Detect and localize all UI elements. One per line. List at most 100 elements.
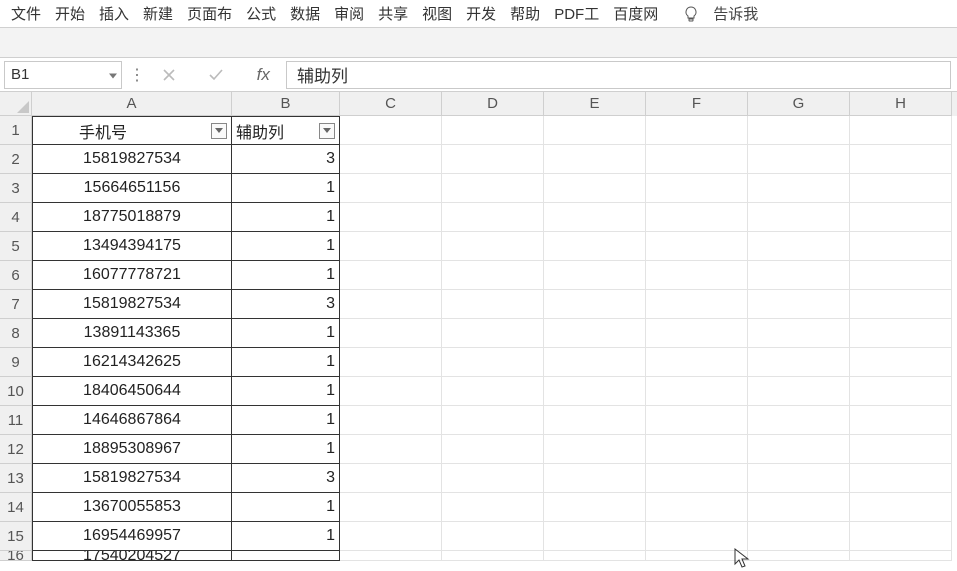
cell-H3[interactable] xyxy=(850,174,952,203)
cell-E8[interactable] xyxy=(544,319,646,348)
cell-F5[interactable] xyxy=(646,232,748,261)
cell-A14[interactable]: 13670055853 xyxy=(32,493,232,522)
cell-C3[interactable] xyxy=(340,174,442,203)
cell-B12[interactable]: 1 xyxy=(232,435,340,464)
menu-data[interactable]: 数据 xyxy=(283,0,327,27)
cell-A4[interactable]: 18775018879 xyxy=(32,203,232,232)
cell-A10[interactable]: 18406450644 xyxy=(32,377,232,406)
cell-E15[interactable] xyxy=(544,522,646,551)
cell-G16[interactable] xyxy=(748,551,850,561)
cell-A12[interactable]: 18895308967 xyxy=(32,435,232,464)
row-header-13[interactable]: 13 xyxy=(0,464,32,493)
cell-C9[interactable] xyxy=(340,348,442,377)
cell-H11[interactable] xyxy=(850,406,952,435)
cell-E13[interactable] xyxy=(544,464,646,493)
row-header-6[interactable]: 6 xyxy=(0,261,32,290)
cell-A11[interactable]: 14646867864 xyxy=(32,406,232,435)
cell-H2[interactable] xyxy=(850,145,952,174)
cell-G4[interactable] xyxy=(748,203,850,232)
menu-share[interactable]: 共享 xyxy=(371,0,415,27)
select-all-corner[interactable] xyxy=(0,92,32,116)
cell-C5[interactable] xyxy=(340,232,442,261)
menu-view[interactable]: 视图 xyxy=(415,0,459,27)
cell-H13[interactable] xyxy=(850,464,952,493)
row-header-9[interactable]: 9 xyxy=(0,348,32,377)
cell-H1[interactable] xyxy=(850,116,952,145)
lightbulb-icon[interactable] xyxy=(679,6,703,22)
cell-F15[interactable] xyxy=(646,522,748,551)
cell-E14[interactable] xyxy=(544,493,646,522)
cell-D1[interactable] xyxy=(442,116,544,145)
filter-button-B[interactable] xyxy=(319,123,335,139)
cell-C12[interactable] xyxy=(340,435,442,464)
row-header-2[interactable]: 2 xyxy=(0,145,32,174)
column-header-A[interactable]: A xyxy=(32,92,232,116)
cell-D10[interactable] xyxy=(442,377,544,406)
row-header-14[interactable]: 14 xyxy=(0,493,32,522)
cell-D13[interactable] xyxy=(442,464,544,493)
menu-insert[interactable]: 插入 xyxy=(92,0,136,27)
cell-F13[interactable] xyxy=(646,464,748,493)
column-header-F[interactable]: F xyxy=(646,92,748,116)
row-header-4[interactable]: 4 xyxy=(0,203,32,232)
cell-G8[interactable] xyxy=(748,319,850,348)
cell-B10[interactable]: 1 xyxy=(232,377,340,406)
cell-D5[interactable] xyxy=(442,232,544,261)
fx-icon[interactable]: fx xyxy=(257,65,270,85)
cell-A2[interactable]: 15819827534 xyxy=(32,145,232,174)
cell-H6[interactable] xyxy=(850,261,952,290)
cell-G11[interactable] xyxy=(748,406,850,435)
column-header-B[interactable]: B xyxy=(232,92,340,116)
cell-F16[interactable] xyxy=(646,551,748,561)
cell-H8[interactable] xyxy=(850,319,952,348)
cell-E1[interactable] xyxy=(544,116,646,145)
cell-C10[interactable] xyxy=(340,377,442,406)
row-header-3[interactable]: 3 xyxy=(0,174,32,203)
cell-D4[interactable] xyxy=(442,203,544,232)
cell-E16[interactable] xyxy=(544,551,646,561)
cell-D2[interactable] xyxy=(442,145,544,174)
cell-H5[interactable] xyxy=(850,232,952,261)
chevron-down-icon[interactable] xyxy=(109,66,117,83)
cell-F1[interactable] xyxy=(646,116,748,145)
name-box[interactable]: B1 xyxy=(4,61,122,89)
cell-B4[interactable]: 1 xyxy=(232,203,340,232)
cell-F2[interactable] xyxy=(646,145,748,174)
cell-E9[interactable] xyxy=(544,348,646,377)
cell-H16[interactable] xyxy=(850,551,952,561)
menu-file[interactable]: 文件 xyxy=(4,0,48,27)
cell-F14[interactable] xyxy=(646,493,748,522)
cell-G5[interactable] xyxy=(748,232,850,261)
cell-D8[interactable] xyxy=(442,319,544,348)
cell-G10[interactable] xyxy=(748,377,850,406)
formula-bar-expand[interactable]: ⋮ xyxy=(128,65,146,85)
cell-B7[interactable]: 3 xyxy=(232,290,340,319)
cell-C15[interactable] xyxy=(340,522,442,551)
cell-D6[interactable] xyxy=(442,261,544,290)
cell-D7[interactable] xyxy=(442,290,544,319)
cell-G15[interactable] xyxy=(748,522,850,551)
cell-B6[interactable]: 1 xyxy=(232,261,340,290)
cell-C7[interactable] xyxy=(340,290,442,319)
menu-dev[interactable]: 开发 xyxy=(459,0,503,27)
cell-H7[interactable] xyxy=(850,290,952,319)
formula-input[interactable]: 辅助列 xyxy=(286,61,951,89)
cell-B1[interactable]: 辅助列 xyxy=(232,116,340,145)
cell-G7[interactable] xyxy=(748,290,850,319)
row-header-10[interactable]: 10 xyxy=(0,377,32,406)
cell-A3[interactable]: 15664651156 xyxy=(32,174,232,203)
cell-A15[interactable]: 16954469957 xyxy=(32,522,232,551)
cell-H15[interactable] xyxy=(850,522,952,551)
cell-B3[interactable]: 1 xyxy=(232,174,340,203)
row-header-1[interactable]: 1 xyxy=(0,116,32,145)
cell-E3[interactable] xyxy=(544,174,646,203)
cell-F12[interactable] xyxy=(646,435,748,464)
menu-review[interactable]: 审阅 xyxy=(327,0,371,27)
cell-D15[interactable] xyxy=(442,522,544,551)
cell-A1[interactable]: 手机号 xyxy=(32,116,232,145)
cell-F9[interactable] xyxy=(646,348,748,377)
row-header-5[interactable]: 5 xyxy=(0,232,32,261)
menu-formula[interactable]: 公式 xyxy=(239,0,283,27)
column-header-C[interactable]: C xyxy=(340,92,442,116)
cell-G3[interactable] xyxy=(748,174,850,203)
